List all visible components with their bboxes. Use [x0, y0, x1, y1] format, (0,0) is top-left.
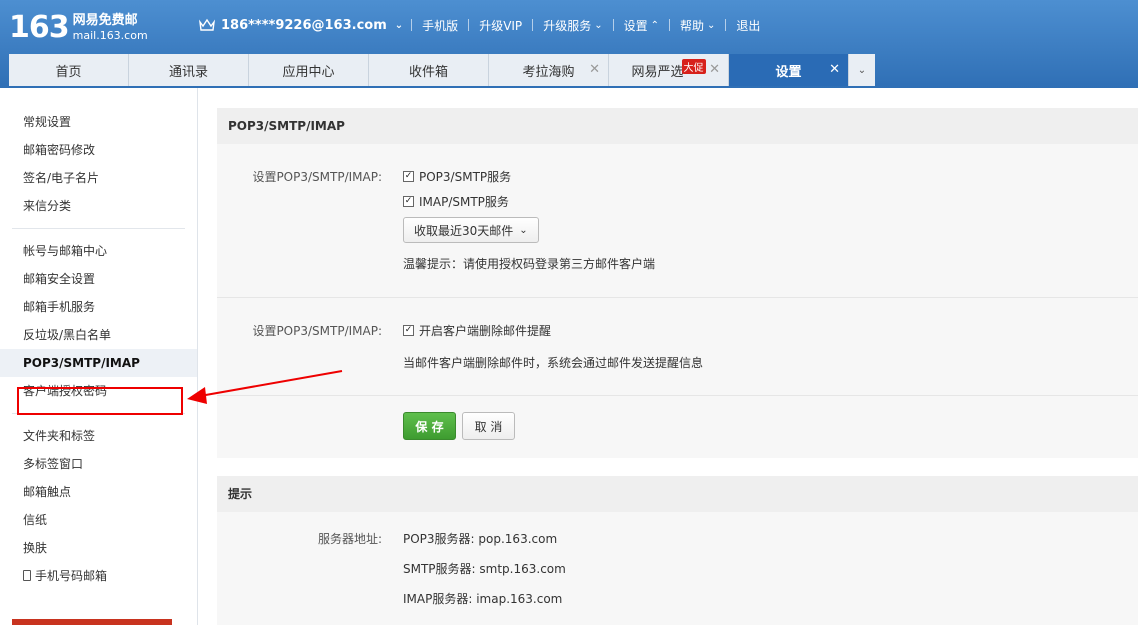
nav-settings[interactable]: 设置 ⌃	[614, 17, 669, 34]
sidebar-divider	[12, 228, 185, 229]
close-icon[interactable]: ✕	[589, 62, 600, 77]
nav-logout[interactable]: 退出	[726, 17, 770, 34]
chevron-down-icon: ⌄	[857, 64, 867, 76]
close-icon[interactable]: ✕	[709, 62, 720, 77]
checkbox-checked-icon: ✓	[403, 195, 414, 207]
row-label: 设置POP3/SMTP/IMAP:	[252, 170, 382, 184]
top-header: 163 网易免费邮 mail.163.com 186****9226@163.c…	[0, 0, 1138, 88]
top-nav: 186****9226@163.com ⌄ 手机版 升级VIP 升级服务 ⌄ 设置…	[198, 16, 770, 34]
sidebar-item-password[interactable]: 邮箱密码修改	[0, 136, 197, 164]
fetch-range-dropdown[interactable]: 收取最近30天邮件 ⌄	[403, 217, 539, 243]
tab-kaola[interactable]: 考拉海购 ✕	[489, 54, 609, 86]
sidebar-item-stationery[interactable]: 信纸	[0, 506, 197, 534]
sidebar-group-misc: 文件夹和标签 多标签窗口 邮箱触点 信纸 换肤 手机号码邮箱	[0, 422, 197, 590]
phone-icon	[23, 570, 31, 581]
close-icon[interactable]: ✕	[829, 62, 840, 77]
promo-badge: 大促	[681, 58, 706, 74]
nav-upgrade-service[interactable]: 升级服务 ⌄	[533, 17, 612, 34]
user-account[interactable]: 186****9226@163.com ⌄	[198, 18, 403, 33]
nav-upgrade-vip[interactable]: 升级VIP	[469, 17, 532, 34]
sidebar-item-mail-sort[interactable]: 来信分类	[0, 192, 197, 220]
sidebar-item-folders[interactable]: 文件夹和标签	[0, 422, 197, 450]
tab-yanxuan[interactable]: 网易严选 大促 ✕	[609, 54, 729, 86]
checkbox-checked-icon: ✓	[403, 170, 414, 182]
sidebar-item-signature[interactable]: 签名/电子名片	[0, 164, 197, 192]
imap-server: IMAP服务器: imap.163.com	[403, 592, 563, 606]
tips-panel: 服务器地址: POP3服务器: pop.163.com SMTP服务器: smt…	[217, 512, 1138, 625]
chevron-down-icon: ⌄	[594, 19, 603, 31]
cancel-button[interactable]: 取 消	[462, 412, 515, 440]
user-email: 186****9226@163.com	[221, 17, 387, 33]
delete-notify-row: 设置POP3/SMTP/IMAP: ✓ 开启客户端删除邮件提醒 当邮件客户端删除…	[217, 298, 1138, 396]
logo-number: 163	[9, 10, 70, 45]
chevron-down-icon: ⌄	[519, 224, 528, 236]
delete-notify-desc: 当邮件客户端删除邮件时，系统会通过邮件发送提醒信息	[403, 356, 704, 370]
delete-notify-checkbox[interactable]: ✓ 开启客户端删除邮件提醒	[403, 320, 1138, 340]
logo-domain: mail.163.com	[72, 28, 148, 42]
logo[interactable]: 163 网易免费邮 mail.163.com	[9, 10, 148, 45]
nav-help[interactable]: 帮助 ⌄	[670, 17, 725, 34]
tab-settings[interactable]: 设置 ✕	[729, 54, 849, 86]
checkbox-checked-icon: ✓	[403, 324, 414, 336]
warm-tip: 温馨提示：请使用授权码登录第三方邮件客户端	[403, 257, 656, 271]
sidebar-item-touchpoint[interactable]: 邮箱触点	[0, 478, 197, 506]
tips-title: 提示	[217, 476, 1138, 512]
pop3-panel: 设置POP3/SMTP/IMAP: ✓ POP3/SMTP服务 ✓ IMAP/S…	[217, 144, 1138, 458]
sidebar-group-general: 常规设置 邮箱密码修改 签名/电子名片 来信分类	[0, 108, 197, 220]
sidebar-group-account: 帐号与邮箱中心 邮箱安全设置 邮箱手机服务 反垃圾/黑白名单 POP3/SMTP…	[0, 237, 197, 405]
sidebar-item-mobile-service[interactable]: 邮箱手机服务	[0, 293, 197, 321]
tab-contacts[interactable]: 通讯录	[129, 54, 249, 86]
settings-sidebar: 常规设置 邮箱密码修改 签名/电子名片 来信分类 帐号与邮箱中心 邮箱安全设置 …	[0, 88, 198, 625]
sidebar-item-skin[interactable]: 换肤	[0, 534, 197, 562]
row-label: 设置POP3/SMTP/IMAP:	[252, 324, 382, 338]
pop3-smtp-checkbox[interactable]: ✓ POP3/SMTP服务	[403, 166, 1138, 186]
settings-main: POP3/SMTP/IMAP 设置POP3/SMTP/IMAP: ✓ POP3/…	[217, 108, 1138, 625]
chevron-down-icon: ⌄	[707, 19, 716, 31]
sidebar-item-antispam[interactable]: 反垃圾/黑白名单	[0, 321, 197, 349]
sidebar-bottom-banner	[12, 619, 172, 625]
server-label: 服务器地址:	[317, 532, 382, 546]
crown-icon	[198, 18, 216, 31]
sidebar-item-phone-mail[interactable]: 手机号码邮箱	[0, 562, 197, 590]
tab-bar: 首页 通讯录 应用中心 收件箱 考拉海购 ✕ 网易严选 大促 ✕ 设置 ✕ ⌄	[9, 54, 875, 86]
chevron-up-icon: ⌃	[650, 19, 659, 31]
save-button[interactable]: 保 存	[403, 412, 456, 440]
pop3-settings-row: 设置POP3/SMTP/IMAP: ✓ POP3/SMTP服务 ✓ IMAP/S…	[217, 144, 1138, 298]
sidebar-item-general[interactable]: 常规设置	[0, 108, 197, 136]
section-title: POP3/SMTP/IMAP	[217, 108, 1138, 144]
tab-more-button[interactable]: ⌄	[849, 54, 875, 86]
tab-app-center[interactable]: 应用中心	[249, 54, 369, 86]
smtp-server: SMTP服务器: smtp.163.com	[403, 562, 566, 576]
nav-mobile[interactable]: 手机版	[412, 17, 468, 34]
imap-smtp-checkbox[interactable]: ✓ IMAP/SMTP服务	[403, 191, 1138, 211]
chevron-down-icon: ⌄	[394, 19, 404, 31]
logo-title: 网易免费邮	[72, 12, 138, 28]
sidebar-item-multi-tab[interactable]: 多标签窗口	[0, 450, 197, 478]
sidebar-item-pop3[interactable]: POP3/SMTP/IMAP	[0, 349, 197, 377]
annotation-highlight-box	[17, 387, 183, 415]
tab-home[interactable]: 首页	[9, 54, 129, 86]
sidebar-item-account-center[interactable]: 帐号与邮箱中心	[0, 237, 197, 265]
sidebar-item-security[interactable]: 邮箱安全设置	[0, 265, 197, 293]
pop3-server: POP3服务器: pop.163.com	[403, 532, 558, 546]
tab-inbox[interactable]: 收件箱	[369, 54, 489, 86]
action-bar: 保 存取 消	[217, 396, 1138, 458]
